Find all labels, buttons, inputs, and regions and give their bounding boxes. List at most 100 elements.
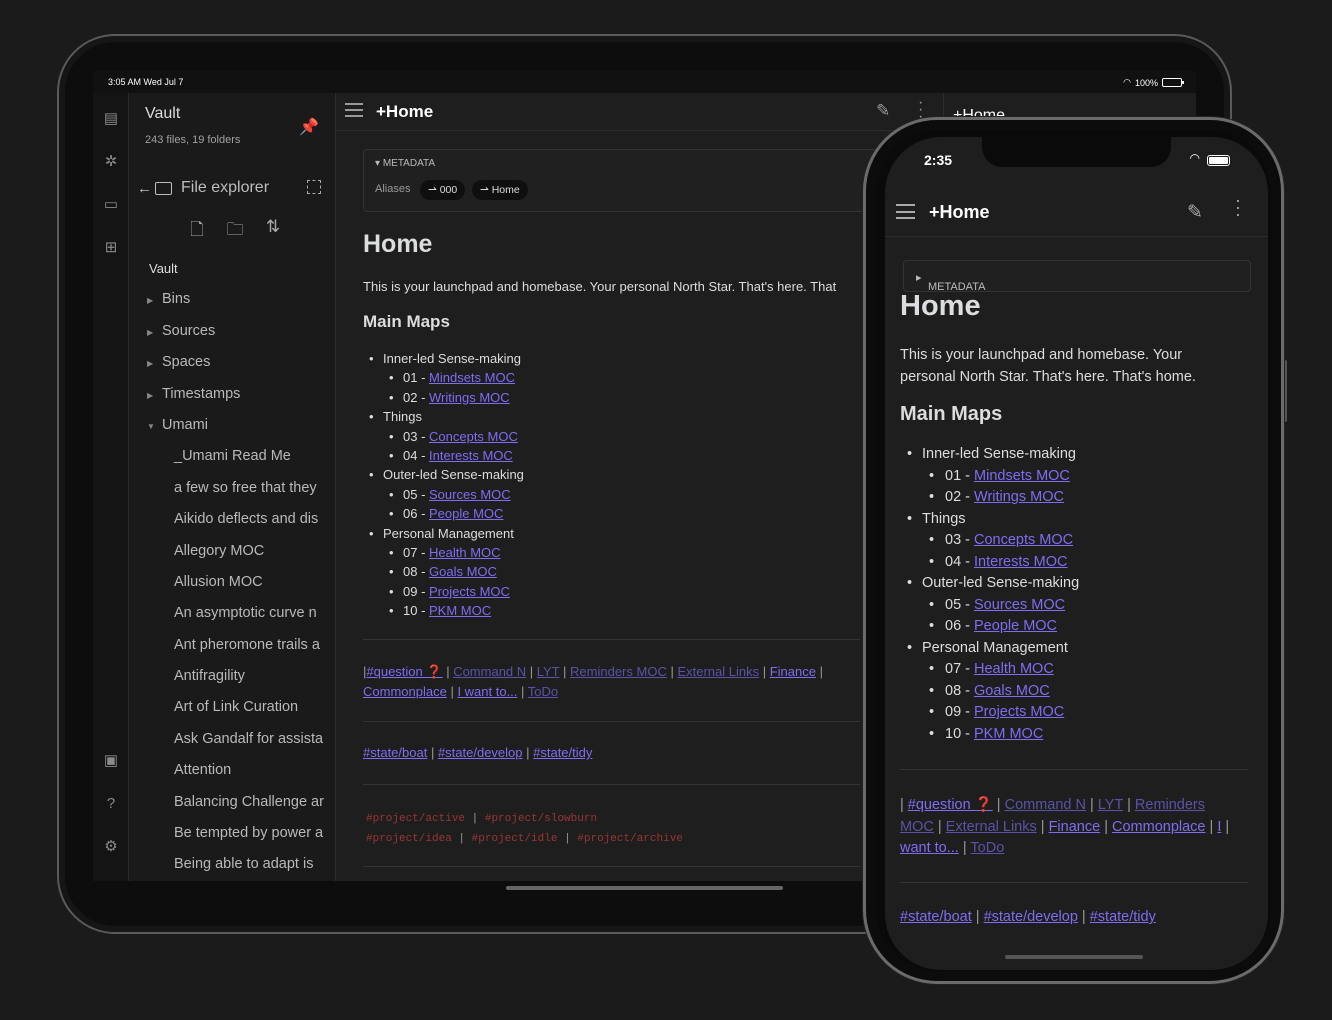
- chevron-right-icon[interactable]: ▶: [147, 285, 162, 315]
- tree-file[interactable]: Ant pheromone trails a: [129, 630, 335, 661]
- quick-link[interactable]: Reminders MOC: [570, 664, 667, 679]
- map-item-link[interactable]: Concepts MOC: [974, 532, 1073, 548]
- templates-icon[interactable]: ▭: [102, 196, 120, 214]
- tree-file[interactable]: Being able to adapt is: [129, 849, 335, 880]
- map-item-link[interactable]: Goals MOC: [429, 564, 497, 579]
- metadata-panel[interactable]: ▸ METADATA: [903, 260, 1251, 293]
- map-item-link[interactable]: Writings MOC: [974, 489, 1064, 505]
- tree-file[interactable]: a few so free that they: [129, 473, 335, 504]
- expand-icon[interactable]: [307, 180, 321, 194]
- vault-switch-icon[interactable]: ▣: [102, 752, 120, 770]
- state-tag-link[interactable]: #state/tidy: [533, 745, 592, 760]
- quick-link[interactable]: External Links: [946, 819, 1037, 835]
- quick-link[interactable]: I want to...: [457, 684, 517, 699]
- tree-file[interactable]: _Umami Read Me: [129, 441, 335, 472]
- edit-pencil-icon[interactable]: ✎: [876, 101, 890, 121]
- tree-folder[interactable]: ▶ Timestamps: [129, 379, 335, 410]
- map-item-link[interactable]: People MOC: [974, 618, 1057, 634]
- metadata-label[interactable]: ▸ METADATA: [916, 271, 985, 293]
- map-item-link[interactable]: Mindsets MOC: [974, 468, 1070, 484]
- graph-view-icon[interactable]: ✲: [102, 153, 120, 171]
- tree-file[interactable]: Aikido deflects and dis: [129, 504, 335, 535]
- tree-file[interactable]: Be tempted by power a: [129, 818, 335, 849]
- map-item-link[interactable]: Projects MOC: [429, 584, 510, 599]
- alias-chip[interactable]: ⇀ 000: [420, 180, 466, 200]
- tree-folder[interactable]: ▶ Bins: [129, 284, 335, 315]
- project-tag[interactable]: #project/active: [366, 813, 465, 825]
- map-item-link[interactable]: Interests MOC: [429, 448, 513, 463]
- project-tag[interactable]: #project/idea: [366, 833, 452, 845]
- map-item-link[interactable]: Goals MOC: [974, 683, 1050, 699]
- map-item-link[interactable]: Writings MOC: [429, 390, 510, 405]
- tree-file[interactable]: Allegory MOC: [129, 536, 335, 567]
- open-quick-switcher-icon[interactable]: ▤: [102, 110, 120, 128]
- quick-link[interactable]: #question ❓: [908, 797, 993, 813]
- plugins-grid-icon[interactable]: ⊞: [102, 239, 120, 257]
- map-item-link[interactable]: People MOC: [429, 506, 503, 521]
- quick-link[interactable]: Command N: [1005, 797, 1086, 813]
- tree-file[interactable]: Attention: [129, 755, 335, 786]
- sort-icon[interactable]: ⇅: [263, 217, 283, 246]
- quick-link[interactable]: ToDo: [528, 684, 558, 699]
- tree-file[interactable]: Antifragility: [129, 661, 335, 692]
- quick-link[interactable]: MOC: [900, 819, 934, 835]
- map-item-link[interactable]: Sources MOC: [974, 597, 1065, 613]
- chevron-down-icon[interactable]: ▼: [147, 411, 162, 441]
- quick-link[interactable]: LYT: [537, 664, 560, 679]
- quick-link[interactable]: Finance: [1049, 819, 1101, 835]
- more-options-icon[interactable]: · · ·: [918, 95, 923, 125]
- tree-folder[interactable]: ▶ Sources: [129, 316, 335, 347]
- map-item-link[interactable]: PKM MOC: [974, 726, 1043, 742]
- help-icon[interactable]: ?: [102, 795, 120, 813]
- new-note-icon[interactable]: 🗋: [187, 217, 207, 246]
- quick-link[interactable]: Reminders: [1135, 797, 1205, 813]
- edit-pencil-icon[interactable]: ✎: [1187, 201, 1203, 224]
- tree-file[interactable]: Art of Link Curation: [129, 692, 335, 723]
- tree-root[interactable]: Vault: [129, 253, 335, 284]
- menu-hamburger-icon[interactable]: [345, 103, 363, 117]
- project-tag[interactable]: #project/archive: [577, 833, 683, 845]
- settings-gear-icon[interactable]: ⚙: [102, 838, 120, 856]
- tree-file[interactable]: An asymptotic curve n: [129, 598, 335, 629]
- quick-link[interactable]: LYT: [1098, 797, 1123, 813]
- state-tag-link[interactable]: #state/develop: [984, 909, 1078, 925]
- tree-file[interactable]: Balancing Challenge ar: [129, 787, 335, 818]
- project-tag[interactable]: #project/slowburn: [485, 813, 597, 825]
- quick-link[interactable]: External Links: [677, 664, 759, 679]
- tree-folder[interactable]: ▶ Spaces: [129, 347, 335, 378]
- ipad-home-indicator[interactable]: [506, 886, 783, 890]
- chevron-right-icon[interactable]: ▶: [147, 317, 162, 347]
- quick-link[interactable]: Commonplace: [1112, 819, 1206, 835]
- tree-file[interactable]: Ask Gandalf for assista: [129, 724, 335, 755]
- state-tag-link[interactable]: #state/boat: [900, 909, 972, 925]
- file-explorer-header[interactable]: ← File explorer: [137, 177, 327, 199]
- iphone-home-indicator[interactable]: [1005, 955, 1143, 959]
- map-item-link[interactable]: Interests MOC: [974, 554, 1067, 570]
- quick-link[interactable]: ToDo: [970, 840, 1004, 856]
- chevron-right-icon[interactable]: ▶: [147, 348, 162, 378]
- quick-link[interactable]: Finance: [770, 664, 816, 679]
- state-tag-link[interactable]: #state/develop: [438, 745, 523, 760]
- tree-file[interactable]: Allusion MOC: [129, 567, 335, 598]
- project-tag[interactable]: #project/idle: [472, 833, 558, 845]
- map-item-link[interactable]: Mindsets MOC: [429, 370, 515, 385]
- quick-link[interactable]: want to...: [900, 840, 959, 856]
- more-options-icon[interactable]: · · ·: [1235, 191, 1241, 223]
- map-item-link[interactable]: Sources MOC: [429, 487, 511, 502]
- new-folder-icon[interactable]: 🗀: [225, 217, 245, 246]
- back-arrow-icon[interactable]: ←: [137, 180, 152, 197]
- state-tag-link[interactable]: #state/boat: [363, 745, 427, 760]
- quick-link[interactable]: #question ❓: [366, 664, 442, 679]
- quick-link[interactable]: Command N: [453, 664, 526, 679]
- metadata-panel[interactable]: ▾ METADATA Aliases ⇀ 000 ⇀ Home: [363, 149, 883, 212]
- tree-folder[interactable]: ▼ Umami: [129, 410, 335, 441]
- chevron-right-icon[interactable]: ▶: [147, 380, 162, 410]
- menu-hamburger-icon[interactable]: [896, 204, 915, 219]
- map-item-link[interactable]: PKM MOC: [429, 603, 491, 618]
- map-item-link[interactable]: Concepts MOC: [429, 429, 518, 444]
- map-item-link[interactable]: Health MOC: [974, 661, 1054, 677]
- map-item-link[interactable]: Health MOC: [429, 545, 501, 560]
- state-tag-link[interactable]: #state/tidy: [1090, 909, 1156, 925]
- map-item-link[interactable]: Projects MOC: [974, 704, 1064, 720]
- pin-icon[interactable]: 📌: [299, 117, 319, 137]
